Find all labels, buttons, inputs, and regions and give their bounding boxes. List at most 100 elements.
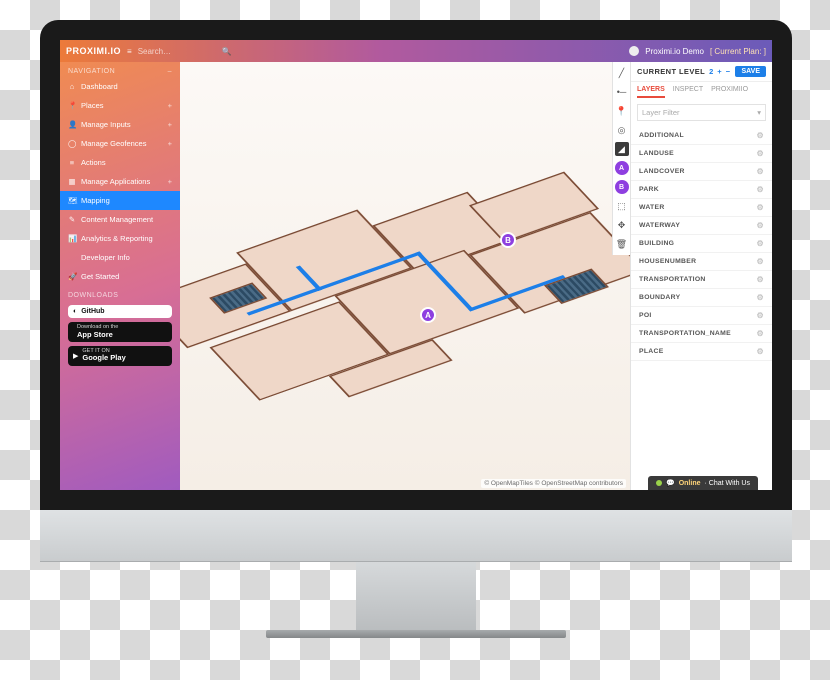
sidebar-item-label: Places bbox=[81, 101, 104, 110]
level-increment[interactable]: + bbox=[717, 67, 721, 76]
sidebar-item-actions[interactable]: ≡Actions bbox=[60, 153, 180, 172]
tab-inspect[interactable]: INSPECT bbox=[673, 86, 703, 98]
gear-icon[interactable]: ⚙ bbox=[757, 149, 764, 158]
tool-trash[interactable]: 🗑 bbox=[615, 237, 629, 251]
panel-tabs: LAYERS INSPECT PROXIMIIO bbox=[631, 82, 772, 98]
layer-row-park[interactable]: PARK⚙ bbox=[631, 181, 772, 199]
avatar[interactable] bbox=[629, 46, 639, 56]
gear-icon[interactable]: ⚙ bbox=[757, 185, 764, 194]
layer-name: LANDUSE bbox=[639, 150, 674, 157]
sidebar-item-mapping[interactable]: 🗺Mapping bbox=[60, 191, 180, 210]
tool-target[interactable]: ◎ bbox=[615, 123, 629, 137]
topbar-search[interactable]: 🔍 bbox=[138, 47, 258, 56]
sidebar-item-get-started[interactable]: 🚀Get Started bbox=[60, 267, 180, 286]
layer-name: PLACE bbox=[639, 348, 664, 355]
layer-row-landcover[interactable]: LANDCOVER ⚙ bbox=[631, 163, 772, 181]
gear-icon[interactable]: ⚙ bbox=[757, 203, 764, 212]
sidebar: NAVIGATION– ⌂Dashboard📍Places+👤Manage In… bbox=[60, 62, 180, 490]
layer-row-boundary[interactable]: BOUNDARY ⚙ bbox=[631, 289, 772, 307]
nav-icon: ⌂ bbox=[68, 82, 76, 91]
search-icon[interactable]: 🔍 bbox=[222, 47, 232, 56]
gear-icon[interactable]: ⚙ bbox=[757, 293, 764, 302]
layer-filter[interactable]: Layer Filter ▾ bbox=[637, 104, 766, 121]
tab-proximiio[interactable]: PROXIMIIO bbox=[711, 86, 748, 98]
layer-row-transportation[interactable]: TRANSPORTATION⚙ bbox=[631, 271, 772, 289]
sidebar-item-dashboard[interactable]: ⌂ Dashboard bbox=[60, 77, 180, 96]
save-button[interactable]: SAVE bbox=[735, 66, 766, 77]
nav-section-downloads: DOWNLOADS bbox=[60, 286, 180, 301]
sidebar-item-content-management[interactable]: ✎Content Management bbox=[60, 210, 180, 229]
gear-icon[interactable]: ⚙ bbox=[757, 329, 764, 338]
gear-icon[interactable]: ⚙ bbox=[757, 275, 764, 284]
search-input[interactable] bbox=[138, 47, 218, 56]
badge-googleplay[interactable]: ▶ GET IT ON Google Play bbox=[68, 346, 172, 366]
sidebar-item-label: Mapping bbox=[81, 196, 110, 205]
sidebar-item-analytics-reporting[interactable]: 📊Analytics & Reporting bbox=[60, 229, 180, 248]
map-area[interactable]: A B © OpenMapTiles © OpenStreetMap contr… bbox=[180, 62, 630, 490]
layer-row-landuse[interactable]: LANDUSE ⚙ bbox=[631, 145, 772, 163]
tool-level-b[interactable]: B bbox=[615, 180, 629, 194]
layer-name: WATERWAY bbox=[639, 222, 680, 229]
gear-icon[interactable]: ⚙ bbox=[757, 239, 764, 248]
map-canvas[interactable]: A B © OpenMapTiles © OpenStreetMap contr… bbox=[180, 62, 630, 490]
layer-name: TRANSPORTATION_NAME bbox=[639, 330, 731, 337]
tool-select[interactable]: ⬚ bbox=[615, 199, 629, 213]
layer-name: HOUSENUMBER bbox=[639, 258, 696, 265]
plus-icon[interactable]: + bbox=[168, 139, 172, 148]
sidebar-item-manage-applications[interactable]: ▦Manage Applications+ bbox=[60, 172, 180, 191]
imac-mockup: PROXIMI.IO ≡ 🔍 Proximi.io Demo [ Current… bbox=[40, 20, 792, 638]
layer-name: POI bbox=[639, 312, 652, 319]
layer-row-housenumber[interactable]: HOUSENUMBER ⚙ bbox=[631, 253, 772, 271]
plus-icon[interactable]: + bbox=[168, 177, 172, 186]
map-marker-a[interactable]: A bbox=[420, 307, 436, 323]
tool-fill[interactable]: ◢ bbox=[615, 142, 629, 156]
layer-name: LANDCOVER bbox=[639, 168, 685, 175]
sidebar-item-label: Dashboard bbox=[81, 82, 118, 91]
tool-move[interactable]: ✥ bbox=[615, 218, 629, 232]
sidebar-item-label: Developer Info bbox=[81, 253, 130, 262]
layer-list: ADDITIONAL⚙LANDUSE⚙LANDCOVER⚙PARK⚙WATER⚙… bbox=[631, 127, 772, 490]
gear-icon[interactable]: ⚙ bbox=[757, 347, 764, 356]
gear-icon[interactable]: ⚙ bbox=[757, 257, 764, 266]
gear-icon[interactable]: ⚙ bbox=[757, 311, 764, 320]
brand-logo: PROXIMI.IO bbox=[66, 46, 121, 56]
chat-status: Online bbox=[679, 480, 701, 487]
layer-name: WATER bbox=[639, 204, 665, 211]
chat-widget[interactable]: 💬 Online · Chat With Us bbox=[648, 476, 758, 490]
layer-row-place[interactable]: PLACE ⚙ bbox=[631, 343, 772, 361]
sidebar-item-label: Analytics & Reporting bbox=[81, 234, 153, 243]
tool-pin[interactable]: 📍 bbox=[615, 104, 629, 118]
nav-section-navigation: NAVIGATION– bbox=[60, 62, 180, 77]
menu-icon[interactable]: ≡ bbox=[127, 47, 132, 56]
tool-line[interactable]: ╱ bbox=[615, 66, 629, 80]
gear-icon[interactable]: ⚙ bbox=[757, 131, 764, 140]
plan-link[interactable]: [ Current Plan: ] bbox=[710, 47, 766, 56]
sidebar-item-manage-geofences[interactable]: ◯Manage Geofences+ bbox=[60, 134, 180, 153]
layer-row-building[interactable]: BUILDING⚙ bbox=[631, 235, 772, 253]
sidebar-item-label: Actions bbox=[81, 158, 106, 167]
badge-github[interactable]: ◐ GitHub bbox=[68, 305, 172, 318]
topbar: PROXIMI.IO ≡ 🔍 Proximi.io Demo [ Current… bbox=[60, 40, 772, 62]
sidebar-item-places[interactable]: 📍Places+ bbox=[60, 96, 180, 115]
level-decrement[interactable]: − bbox=[726, 67, 730, 76]
plus-icon[interactable]: + bbox=[168, 120, 172, 129]
badge-appstore[interactable]: Download on the App Store bbox=[68, 322, 172, 342]
layer-row-poi[interactable]: POI ⚙ bbox=[631, 307, 772, 325]
floorplan bbox=[180, 124, 630, 446]
layer-row-additional[interactable]: ADDITIONAL⚙ bbox=[631, 127, 772, 145]
gear-icon[interactable]: ⚙ bbox=[757, 167, 764, 176]
plus-icon[interactable]: + bbox=[168, 101, 172, 110]
layer-name: BOUNDARY bbox=[639, 294, 680, 301]
gear-icon[interactable]: ⚙ bbox=[757, 221, 764, 230]
tab-layers[interactable]: LAYERS bbox=[637, 86, 665, 98]
tool-level-a[interactable]: A bbox=[615, 161, 629, 175]
layer-row-transportation_name[interactable]: TRANSPORTATION_NAME ⚙ bbox=[631, 325, 772, 343]
sidebar-item-developer-info[interactable]: Developer Info bbox=[60, 248, 180, 267]
layer-row-water[interactable]: WATER ⚙ bbox=[631, 199, 772, 217]
layer-filter-label: Layer Filter bbox=[642, 108, 680, 117]
user-name[interactable]: Proximi.io Demo bbox=[645, 47, 704, 56]
sidebar-item-manage-inputs[interactable]: 👤Manage Inputs+ bbox=[60, 115, 180, 134]
map-marker-b[interactable]: B bbox=[500, 232, 516, 248]
layer-row-waterway[interactable]: WATERWAY ⚙ bbox=[631, 217, 772, 235]
tool-node[interactable]: •─ bbox=[615, 85, 629, 99]
